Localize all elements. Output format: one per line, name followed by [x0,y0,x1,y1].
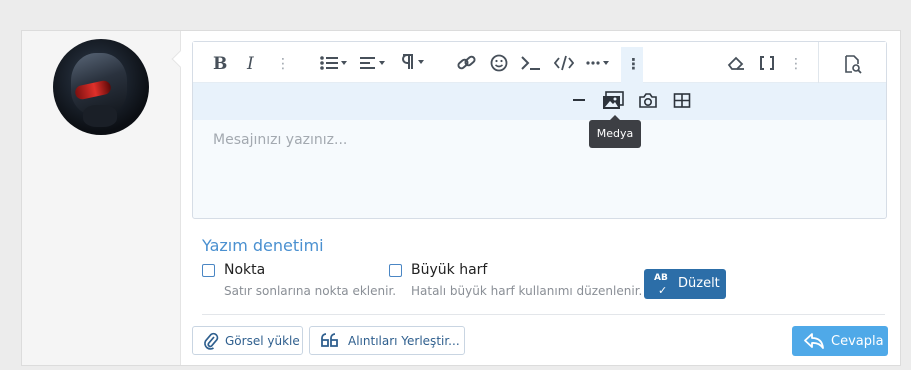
ellipsis-icon[interactable] [585,54,613,72]
fix-button-label: Düzelt [678,276,720,291]
horizontal-rule-icon[interactable] [572,91,586,109]
link-icon[interactable] [457,54,477,72]
toolbar-separator [818,42,819,83]
capital-checkbox[interactable] [389,264,402,277]
media-icon[interactable] [602,91,624,111]
preview-icon[interactable] [843,54,863,74]
period-checkbox[interactable] [202,264,215,277]
fix-button[interactable]: AB ✓ Düzelt [644,269,726,299]
quote-icon [320,332,340,353]
user-column [22,31,181,365]
insert-quotes-label: Alıntıları Yerleştir... [348,334,460,348]
camera-icon[interactable] [638,92,658,110]
reply-card: B I ⋮ ⋮ ⋮ Medya Mesajınızı yazınız... Ya… [21,30,901,366]
paragraph-icon[interactable] [399,53,427,71]
editor-toolbar-secondary [193,83,886,120]
spellcheck-title: Yazım denetimi [202,236,324,255]
more-icon[interactable]: ⋮ [276,54,290,74]
capital-option-hint: Hatalı büyük harf kullanımı düzenlenir. [411,284,643,298]
bold-icon[interactable]: B [213,54,227,74]
reply-icon [803,332,825,354]
message-editor[interactable]: B I ⋮ ⋮ ⋮ Medya Mesajınızı yazınız... [192,41,887,219]
upload-image-label: Görsel yükle [225,334,300,348]
more-icon[interactable]: ⋮ [789,54,803,74]
avatar[interactable] [53,39,149,135]
spellcheck-badge: AB [654,273,668,283]
divider [202,314,885,315]
table-icon[interactable] [673,92,691,110]
message-placeholder: Mesajınızı yazınız... [213,132,348,148]
check-icon: ✓ [658,284,668,297]
insert-quotes-button[interactable]: Alıntıları Yerleştir... [309,326,465,355]
eraser-icon[interactable] [726,54,746,72]
italic-icon[interactable]: I [247,54,254,74]
editor-toolbar: B I ⋮ ⋮ ⋮ [193,42,886,83]
code-prompt-icon[interactable] [520,54,542,72]
smiley-icon[interactable] [490,54,508,72]
more-active-icon[interactable]: ⋮ [626,54,641,74]
media-tooltip: Medya [589,115,641,148]
reply-button-label: Cevapla [831,334,884,349]
brackets-icon[interactable] [758,54,776,72]
list-icon[interactable] [319,54,349,72]
code-icon[interactable] [554,54,574,72]
align-icon[interactable] [359,54,387,72]
reply-button[interactable]: Cevapla [792,326,888,356]
capital-option-label: Büyük harf [411,262,488,278]
upload-image-button[interactable]: Görsel yükle [192,326,303,355]
period-option-label: Nokta [224,262,266,278]
period-option-hint: Satır sonlarına nokta eklenir. [224,284,397,298]
paperclip-icon [203,332,219,353]
